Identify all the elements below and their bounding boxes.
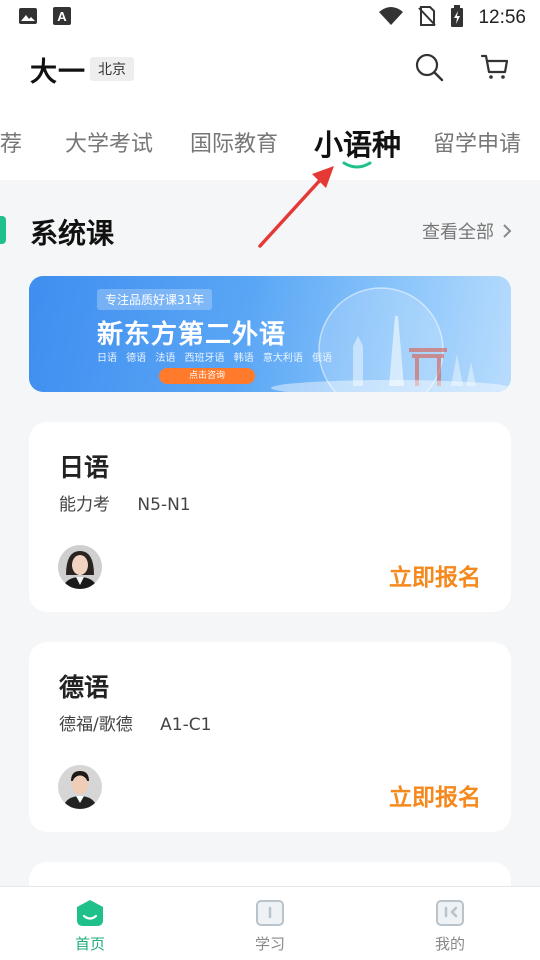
city-badge[interactable]: 北京 <box>90 57 134 81</box>
section-accent-bar <box>0 216 6 244</box>
teacher-avatar <box>58 765 102 809</box>
top-header: 大一 北京 <box>0 36 540 102</box>
banner-title: 新东方第二外语 <box>97 320 287 350</box>
no-sim-icon <box>418 6 437 30</box>
image-notification-icon <box>18 6 38 30</box>
promo-banner[interactable]: 专注品质好课31年 新东方第二外语 日语 德语 法语 西班牙语 韩语 意大利语 … <box>29 276 511 392</box>
enroll-button[interactable]: 立即报名 <box>389 558 481 592</box>
teacher-avatar <box>58 545 102 589</box>
bottom-navigation: 首页 学习 我的 <box>0 886 540 960</box>
banner-tag: 专注品质好课31年 <box>97 289 213 310</box>
svg-text:A: A <box>57 9 67 24</box>
course-title: 日语 <box>59 453 110 482</box>
see-all-label: 查看全部 <box>422 222 494 243</box>
course-subtitle: 能力考 N5-N1 <box>59 490 213 515</box>
course-card-japanese[interactable]: 日语 能力考 N5-N1 立即报名 <box>29 422 511 612</box>
nav-profile-label: 我的 <box>434 935 465 953</box>
home-icon <box>77 900 103 926</box>
tab-university-exam[interactable]: 大学考试 <box>65 126 153 158</box>
tab-recommend[interactable]: 推荐 <box>0 126 22 158</box>
search-icon[interactable] <box>414 52 444 86</box>
active-tab-indicator <box>342 161 372 169</box>
banner-landmarks-illustration <box>271 287 511 392</box>
course-card-german[interactable]: 德语 德福/歌德 A1-C1 立即报名 <box>29 642 511 832</box>
nav-study-label: 学习 <box>254 935 285 953</box>
cart-icon[interactable] <box>480 52 510 86</box>
nav-profile[interactable]: 我的 <box>360 887 540 960</box>
course-exam: 德福/歌德 <box>59 715 133 735</box>
grade-selector[interactable]: 大一 <box>30 50 86 89</box>
banner-languages: 日语 德语 法语 西班牙语 韩语 意大利语 俄语 <box>97 353 333 364</box>
font-notification-icon: A <box>52 6 72 30</box>
section-title: 系统课 <box>30 217 115 250</box>
course-level: N5-N1 <box>137 495 191 515</box>
status-time: 12:56 <box>478 7 526 28</box>
nav-study[interactable]: 学习 <box>180 887 360 960</box>
course-subtitle: 德福/歌德 A1-C1 <box>59 710 233 735</box>
tab-minor-languages[interactable]: 小语种 <box>314 122 401 164</box>
wifi-icon <box>378 6 404 30</box>
see-all-link[interactable]: 查看全部 <box>422 218 512 244</box>
nav-home[interactable]: 首页 <box>0 887 180 960</box>
enroll-button[interactable]: 立即报名 <box>389 778 481 812</box>
course-level: A1-C1 <box>160 715 212 735</box>
battery-charging-icon <box>450 5 464 31</box>
tab-international-education[interactable]: 国际教育 <box>190 126 278 158</box>
section-header: 系统课 查看全部 <box>0 200 540 260</box>
chevron-right-icon <box>503 224 512 238</box>
study-book-icon <box>256 900 284 926</box>
status-bar: A 12:56 <box>0 0 540 36</box>
tab-study-abroad[interactable]: 留学申请 <box>433 126 521 158</box>
course-exam: 能力考 <box>59 495 110 515</box>
banner-consult-button[interactable]: 点击咨询 <box>159 368 255 384</box>
profile-face-icon <box>436 900 464 926</box>
course-title: 德语 <box>59 673 110 702</box>
nav-home-label: 首页 <box>74 935 105 953</box>
